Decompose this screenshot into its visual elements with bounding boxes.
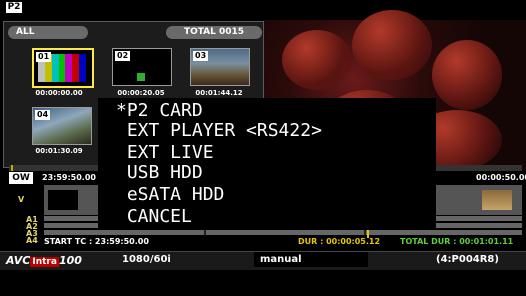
clip-number: 03 bbox=[193, 51, 209, 61]
track-label-v: V bbox=[18, 195, 25, 204]
menu-item-ext-live[interactable]: EXT LIVE bbox=[116, 144, 214, 162]
duration-label: DUR : 00:00:05.12 bbox=[298, 237, 381, 246]
timeline-start-timecode: 23:59:50.00 bbox=[42, 173, 96, 182]
audio-track-a3[interactable] bbox=[44, 230, 522, 235]
bottom-margin bbox=[0, 270, 526, 296]
mode-indicator: manual bbox=[254, 252, 368, 267]
total-duration-label: TOTAL DUR : 00:01:01.11 bbox=[400, 237, 514, 246]
clip-thumbnail-block bbox=[482, 190, 512, 210]
menu-item-usb-hdd[interactable]: USB HDD bbox=[116, 164, 203, 182]
source-select-menu: *P2 CARD EXT PLAYER <RS422> EXT LIVE USB… bbox=[98, 98, 436, 230]
clip-timecode: 00:00:00.00 bbox=[35, 89, 83, 97]
clip-timecode: 00:00:20.05 bbox=[117, 89, 165, 97]
clip-thumbnail-03[interactable]: 03 bbox=[190, 48, 250, 86]
clip-thumbnail-block bbox=[48, 190, 78, 210]
clip-number: 04 bbox=[35, 110, 51, 120]
start-timecode-label: START TC : 23:59:50.00 bbox=[44, 237, 149, 246]
p2-tag: P2 bbox=[6, 2, 22, 13]
clip-id: (4:P004R8) bbox=[436, 254, 499, 265]
clip-thumbnail-02[interactable]: 02 bbox=[112, 48, 172, 86]
clip-number: 01 bbox=[36, 52, 52, 62]
filter-all-button[interactable]: ALL bbox=[8, 26, 88, 39]
overwrite-mode-badge: OW bbox=[9, 172, 33, 184]
clip-number: 02 bbox=[115, 51, 131, 61]
video-format: 1080/60i bbox=[122, 254, 171, 265]
avc-intra-logo: AVC Intra 100 bbox=[6, 254, 82, 267]
clip-thumbnail-01[interactable]: 01 bbox=[32, 48, 94, 88]
menu-item-p2-card[interactable]: *P2 CARD bbox=[116, 102, 203, 120]
clip-thumbnail-04[interactable]: 04 bbox=[32, 107, 92, 145]
clip-timecode: 00:01:30.09 bbox=[35, 147, 83, 155]
timeline-end-timecode: 00:00:50.00 bbox=[476, 173, 526, 182]
clip-marker-icon bbox=[137, 73, 145, 81]
menu-item-ext-player[interactable]: EXT PLAYER <RS422> bbox=[116, 122, 322, 140]
clip-timecode: 00:01:44.12 bbox=[195, 89, 243, 97]
track-label-a4: A4 bbox=[26, 236, 38, 245]
menu-item-esata-hdd[interactable]: eSATA HDD bbox=[116, 186, 225, 204]
clip-browser-header: ALL TOTAL 0015 bbox=[8, 26, 262, 39]
menu-item-cancel[interactable]: CANCEL bbox=[116, 208, 192, 226]
total-clip-count: TOTAL 0015 bbox=[166, 26, 262, 39]
